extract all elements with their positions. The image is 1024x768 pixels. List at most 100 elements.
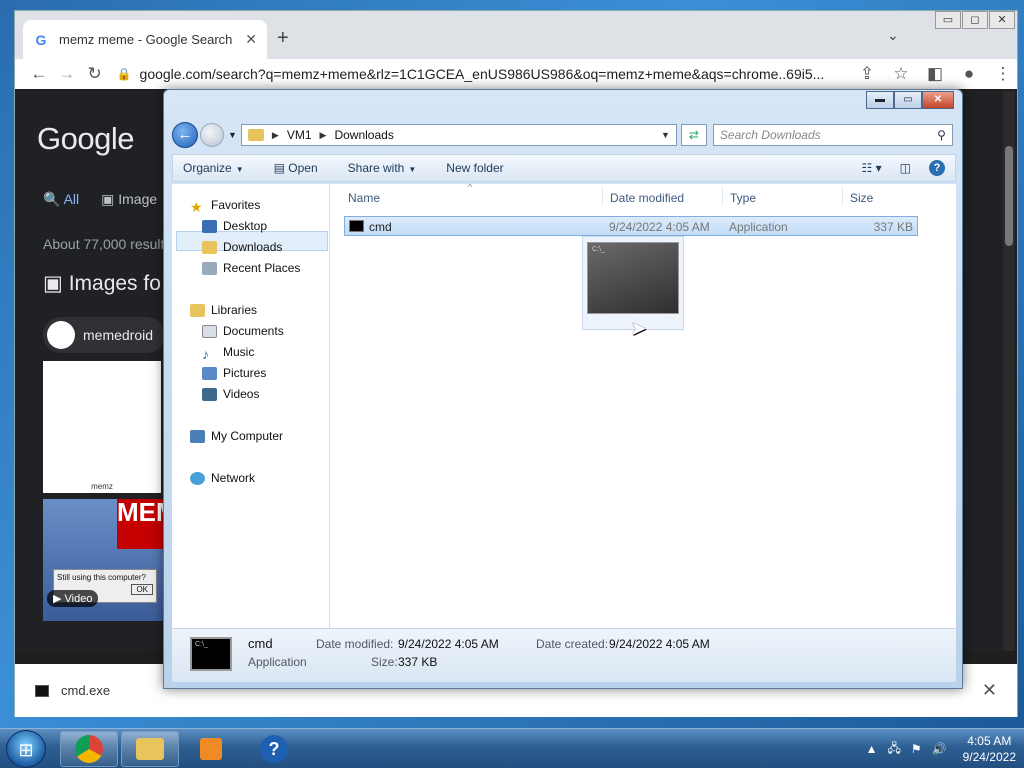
folder-icon	[247, 129, 264, 141]
refresh-button[interactable]: ⇄	[680, 124, 707, 146]
cmd-file-icon	[35, 684, 49, 697]
tab-all[interactable]: 🔍 All	[43, 191, 79, 208]
search-downloads-input[interactable]: Search Downloads ⚲	[712, 124, 953, 146]
explorer-back-button[interactable]: ←	[172, 122, 198, 148]
taskbar-explorer[interactable]	[121, 731, 179, 767]
column-name[interactable]: Name	[348, 191, 380, 205]
explorer-window: ▬ ▭ ✕ ← → ▼ ▶ VM1 ▶ Downloads ▼ ⇄ Search…	[163, 89, 963, 689]
volume-icon[interactable]: 🔊	[932, 742, 947, 756]
action-center-icon[interactable]: ⚑	[911, 742, 922, 756]
details-date-created-label: Date created:	[536, 637, 609, 651]
scrollbar-thumb[interactable]	[1005, 146, 1013, 246]
help-icon[interactable]: ?	[929, 160, 945, 176]
details-date-modified: 9/24/2022 4:05 AM	[398, 637, 499, 651]
open-button[interactable]: ▤ Open	[274, 161, 318, 175]
nav-documents[interactable]: Documents	[202, 324, 284, 338]
new-folder-button[interactable]: New folder	[446, 161, 503, 175]
videos-icon	[202, 387, 217, 401]
start-button[interactable]: ⊞	[6, 730, 46, 768]
side-panel-icon[interactable]: ◧	[921, 64, 949, 84]
chrome-tab[interactable]: G memz meme - Google Search ✕	[23, 20, 267, 59]
nav-libraries[interactable]: Libraries	[190, 303, 257, 317]
share-with-button[interactable]: Share with ▼	[348, 161, 417, 175]
nav-recent-places[interactable]: Recent Places	[202, 261, 300, 275]
open-icon: ▤	[273, 161, 289, 175]
chrome-icon	[75, 735, 103, 763]
nav-pictures[interactable]: Pictures	[202, 366, 266, 380]
share-icon[interactable]: ⇪	[853, 64, 881, 84]
toolbar-right-icons: ⇪ ☆ ◧ ● ⋮	[853, 64, 1017, 84]
details-name: cmd	[248, 636, 273, 651]
bookmark-star-icon[interactable]: ☆	[887, 64, 915, 84]
column-headers: Name ^ Date modified Type Size	[330, 182, 956, 208]
star-icon: ★	[190, 198, 203, 215]
command-bar: Organize ▼ ▤ Open Share with ▼ New folder …	[172, 154, 956, 182]
file-row-cmd[interactable]: cmd 9/24/2022 4:05 AM Application 337 KB	[344, 216, 918, 236]
memedroid-avatar	[47, 321, 75, 349]
system-tray: ▲ 🖧 ⚑ 🔊 4:05 AM 9/24/2022	[866, 729, 1016, 768]
network-tray-icon[interactable]: 🖧	[888, 739, 901, 760]
nav-favorites[interactable]: ★ Favorites	[190, 198, 260, 215]
reload-icon[interactable]: ↻	[81, 64, 109, 84]
nav-music[interactable]: ♪ Music	[202, 345, 254, 362]
tab-close-icon[interactable]: ✕	[245, 31, 257, 48]
chip-memedroid[interactable]: memedroid	[43, 317, 166, 353]
taskbar-help[interactable]: ?	[245, 731, 303, 767]
tab-search-button[interactable]: ⌄	[887, 27, 899, 44]
image-result-1[interactable]: memz	[43, 361, 161, 493]
explorer-address-bar[interactable]: ▶ VM1 ▶ Downloads ▼	[240, 124, 677, 146]
nav-network[interactable]: Network	[190, 471, 255, 485]
download-bar-close-icon[interactable]: ✕	[982, 680, 997, 701]
google-logo[interactable]: Google	[37, 121, 134, 157]
column-size[interactable]: Size	[850, 191, 873, 205]
explorer-forward-button[interactable]: →	[200, 123, 224, 147]
chrome-menu-icon[interactable]: ⋮	[989, 64, 1017, 84]
chrome-maximize-button[interactable]: ◻	[962, 11, 988, 29]
explorer-close-button[interactable]: ✕	[922, 91, 954, 109]
tray-expand-icon[interactable]: ▲	[866, 742, 878, 756]
profile-icon[interactable]: ●	[955, 64, 983, 84]
explorer-maximize-button[interactable]: ▭	[894, 91, 922, 109]
chrome-close-button[interactable]: ✕	[989, 11, 1015, 29]
explorer-window-controls: ▬ ▭ ✕	[866, 91, 954, 109]
breadcrumb-vm1[interactable]: VM1	[287, 128, 312, 142]
column-type[interactable]: Type	[730, 191, 756, 205]
back-arrow-icon[interactable]: ←	[25, 64, 53, 84]
breadcrumb-downloads[interactable]: Downloads	[334, 128, 393, 142]
nav-my-computer[interactable]: My Computer	[190, 429, 283, 443]
preview-pane-icon[interactable]: ◫	[900, 161, 911, 175]
chrome-window-controls: ▭ ◻ ✕	[934, 11, 1015, 29]
clock-date: 9/24/2022	[962, 750, 1016, 764]
computer-icon	[190, 429, 205, 443]
forward-arrow-icon[interactable]: →	[53, 64, 81, 84]
music-icon: ♪	[202, 345, 209, 362]
address-bar[interactable]: 🔒 google.com/search?q=memz+meme&rlz=1C1G…	[117, 61, 843, 87]
result-stats: About 77,000 result	[43, 236, 165, 252]
chrome-scrollbar[interactable]	[1003, 91, 1015, 651]
mouse-cursor-icon: ➤	[630, 318, 647, 340]
details-size-label: Size:	[371, 655, 398, 669]
chip-label: memedroid	[83, 327, 154, 343]
organize-button[interactable]: Organize ▼	[183, 161, 244, 175]
file-date-modified: 9/24/2022 4:05 AM	[609, 220, 710, 234]
breadcrumb-arrow-icon[interactable]: ▶	[272, 130, 279, 141]
tab-images[interactable]: ▣ Image	[101, 191, 157, 208]
clock[interactable]: 4:05 AM 9/24/2022	[963, 733, 1016, 765]
network-icon	[190, 471, 205, 485]
column-date-modified[interactable]: Date modified	[610, 191, 684, 205]
explorer-minimize-button[interactable]: ▬	[866, 91, 894, 109]
cmd-app-icon	[349, 220, 364, 232]
taskbar-chrome[interactable]	[60, 731, 118, 767]
taskbar-media-player[interactable]	[182, 731, 240, 767]
change-view-icon[interactable]: ☷ ▾	[862, 161, 882, 175]
address-dropdown-icon[interactable]: ▼	[661, 130, 670, 140]
recent-places-icon	[202, 261, 217, 275]
recent-pages-chevron-icon[interactable]: ▼	[228, 130, 237, 140]
nav-downloads[interactable]: Downloads	[202, 240, 282, 254]
new-tab-button[interactable]: +	[277, 27, 289, 50]
nav-videos[interactable]: Videos	[202, 387, 259, 401]
chrome-minimize-button[interactable]: ▭	[935, 11, 961, 29]
image-result-2[interactable]: MEM Still using this computer? OK ▶ Vide…	[43, 499, 178, 621]
breadcrumb-arrow-icon[interactable]: ▶	[320, 130, 327, 141]
nav-desktop[interactable]: Desktop	[202, 219, 267, 233]
